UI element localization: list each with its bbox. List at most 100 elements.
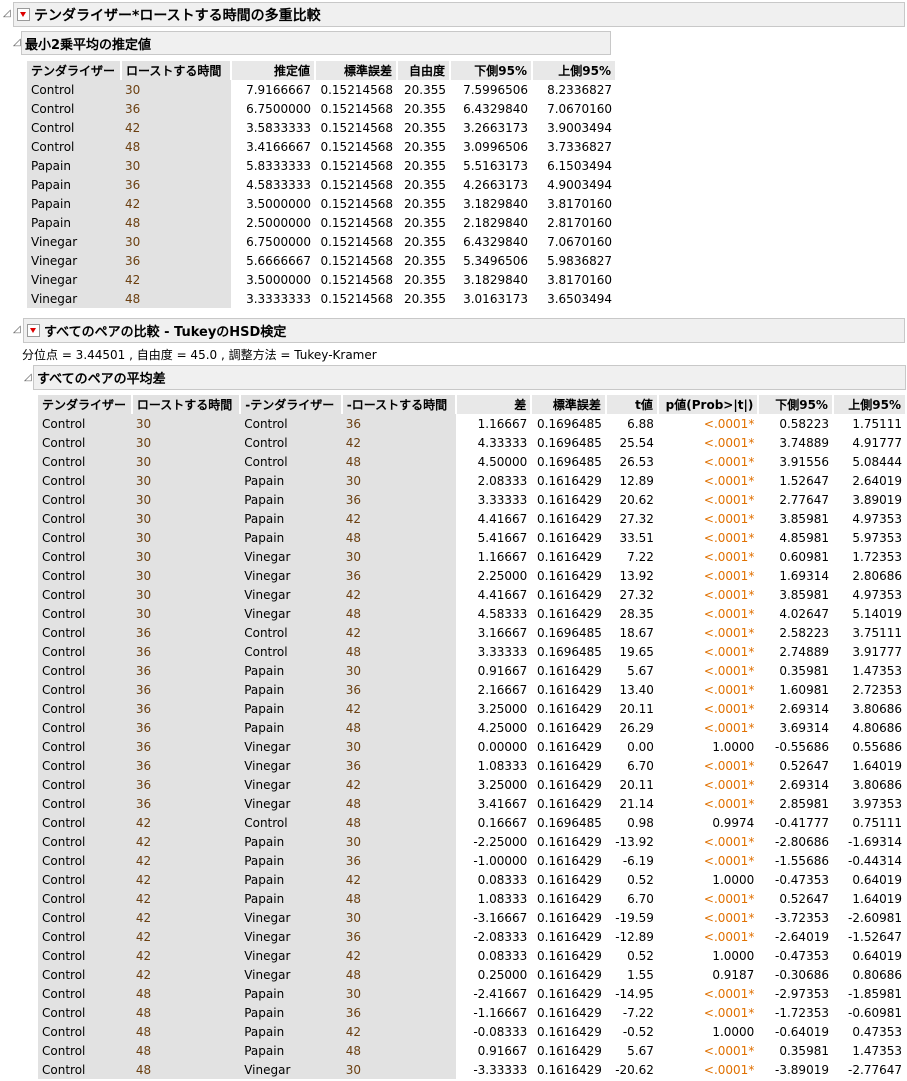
table-cell: 20.355: [404, 120, 446, 135]
column-header[interactable]: -テンダライザー: [240, 395, 343, 414]
column-header[interactable]: 標準誤差: [315, 61, 398, 80]
table-cell: 0.1696485: [537, 815, 602, 830]
table-row: Control 30 Vinegar 42 4.41667 0.1616429 27.32 <…: [38, 585, 906, 604]
table-cell: 42: [121, 194, 231, 213]
table-cell: 13.40: [619, 682, 654, 697]
table-cell: 1.16667: [477, 416, 528, 431]
table-cell: 3.8170160: [547, 196, 612, 211]
disclosure-icon[interactable]: ◿: [24, 372, 32, 383]
table-cell: Control: [38, 471, 132, 490]
table-cell: -2.97353: [775, 986, 829, 1001]
column-header[interactable]: 下側95%: [758, 395, 834, 414]
table-cell: Papain: [240, 984, 342, 1003]
table-cell: 42: [131, 965, 241, 984]
column-header[interactable]: 上側95%: [832, 395, 907, 414]
table-cell: -1.85981: [848, 986, 902, 1001]
table-cell: 2.08333: [477, 473, 528, 488]
table-row: Control 30 7.9166667 0.15214568 20.355 7.5996…: [27, 80, 616, 99]
table-cell: -2.77647: [848, 1062, 902, 1077]
table-cell: 0.1616429: [537, 663, 602, 678]
table-cell: 30: [131, 585, 241, 604]
table-cell: Vinegar: [240, 585, 342, 604]
column-header[interactable]: p値(Prob>|t|): [657, 395, 760, 414]
table-row: Vinegar 30 6.7500000 0.15214568 20.355 6.4329…: [27, 232, 616, 251]
table-cell: 0.15214568: [320, 215, 393, 230]
table-cell: <.0001*: [703, 454, 755, 469]
table-cell: 0.64019: [852, 872, 902, 887]
table-cell: 30: [131, 509, 241, 528]
table-cell: Control: [38, 623, 132, 642]
table-cell: 1.0000: [712, 872, 755, 887]
table-cell: 20.355: [404, 196, 446, 211]
table-cell: 0.1696485: [537, 454, 602, 469]
tukey-title: すべてのペアの比較 - TukeyのHSD検定: [44, 325, 287, 340]
table-cell: -2.25000: [473, 834, 528, 849]
table-cell: 30: [341, 471, 456, 490]
red-triangle-menu-icon[interactable]: [17, 8, 30, 21]
table-cell: 6.4329840: [463, 101, 528, 116]
table-cell: 36: [131, 794, 241, 813]
table-cell: <.0001*: [703, 587, 755, 602]
column-header[interactable]: テンダライザー: [38, 395, 133, 414]
table-cell: 0.15214568: [320, 253, 393, 268]
table-cell: Control: [38, 509, 132, 528]
table-cell: <.0001*: [703, 1062, 755, 1077]
table-row: Vinegar 42 3.5000000 0.15214568 20.355 3.1829…: [27, 270, 616, 289]
table-cell: 0.16667: [477, 815, 528, 830]
column-header[interactable]: 下側95%: [450, 61, 533, 80]
table-cell: 0.1616429: [537, 549, 602, 564]
table-row: Control 36 Papain 36 2.16667 0.1616429 13.40 <.…: [38, 680, 906, 699]
column-header[interactable]: 上側95%: [532, 61, 617, 80]
table-cell: 0.1616429: [537, 1062, 602, 1077]
diff-outline-header[interactable]: すべてのペアの平均差: [33, 365, 906, 390]
table-row: Control 36 Papain 30 0.91667 0.1616429 5.67 <.0…: [38, 661, 906, 680]
column-header[interactable]: ローストする時間: [121, 61, 232, 80]
table-cell: -3.16667: [473, 910, 528, 925]
table-cell: -2.08333: [473, 929, 528, 944]
column-header[interactable]: 推定値: [231, 61, 316, 80]
table-row: Control 48 Papain 42 -0.08333 0.1616429 -0.52 1…: [38, 1022, 906, 1041]
tukey-outline-header[interactable]: すべてのペアの比較 - TukeyのHSD検定: [23, 318, 905, 343]
column-header[interactable]: -ローストする時間: [341, 395, 457, 414]
column-header[interactable]: ローストする時間: [131, 395, 242, 414]
table-cell: Control: [38, 775, 132, 794]
table-cell: 30: [341, 547, 456, 566]
table-cell: 0.00000: [477, 739, 528, 754]
table-cell: 0.9187: [712, 967, 755, 982]
lsmeans-outline-header[interactable]: 最小2乗平均の推定値: [21, 31, 611, 55]
table-cell: <.0001*: [703, 853, 755, 868]
table-row: Papain 48 2.5000000 0.15214568 20.355 2.18298…: [27, 213, 616, 232]
table-cell: 5.41667: [477, 530, 528, 545]
table-cell: 42: [131, 889, 241, 908]
table-cell: 2.80686: [852, 568, 902, 583]
table-cell: 30: [131, 566, 241, 585]
table-cell: -2.60981: [848, 910, 902, 925]
column-header[interactable]: 標準誤差: [531, 395, 607, 414]
table-cell: 30: [131, 528, 241, 547]
table-cell: 0.1616429: [537, 1024, 602, 1039]
table-cell: 4.85981: [779, 530, 829, 545]
table-cell: 5.8333333: [246, 158, 311, 173]
disclosure-icon[interactable]: ◿: [13, 324, 21, 335]
table-cell: -1.72353: [775, 1005, 829, 1020]
table-cell: 48: [341, 813, 456, 832]
table-cell: 1.69314: [779, 568, 829, 583]
table-cell: 3.89019: [852, 492, 902, 507]
column-header[interactable]: 自由度: [397, 61, 451, 80]
table-cell: -1.55686: [775, 853, 829, 868]
disclosure-icon[interactable]: ◿: [3, 8, 11, 19]
table-cell: 48: [131, 1041, 241, 1060]
disclosure-icon[interactable]: ◿: [13, 37, 21, 48]
main-outline-header[interactable]: テンダライザー*ローストする時間の多重比較: [13, 2, 905, 27]
table-cell: Vinegar: [240, 908, 342, 927]
table-cell: 48: [341, 1041, 456, 1060]
table-cell: 20.355: [404, 158, 446, 173]
column-header[interactable]: t値: [605, 395, 659, 414]
column-header[interactable]: 差: [455, 395, 533, 414]
table-cell: 6.7500000: [246, 234, 311, 249]
red-triangle-menu-icon[interactable]: [27, 324, 40, 337]
column-header[interactable]: テンダライザー: [27, 61, 122, 80]
table-cell: -0.55686: [775, 739, 829, 754]
table-cell: 48: [131, 1003, 241, 1022]
table-cell: Control: [38, 718, 132, 737]
